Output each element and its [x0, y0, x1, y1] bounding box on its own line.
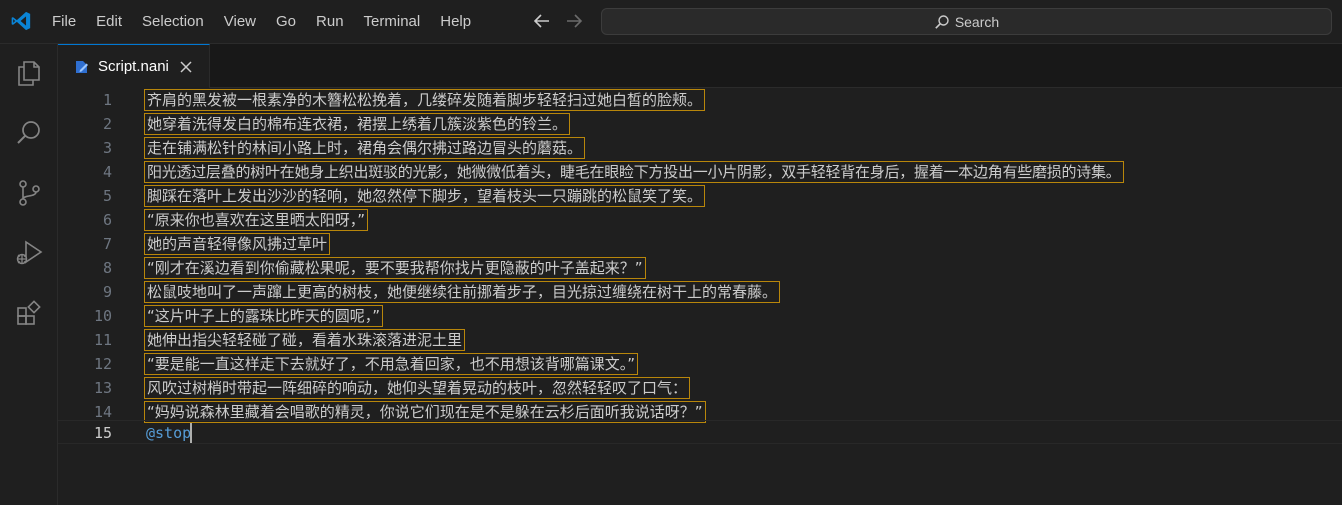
code-line: 9 松鼠吱地叫了一声蹿上更高的树枝，她便继续往前挪着步子，目光掠过缠绕在树干上的… — [58, 280, 1342, 304]
menu-bar: File Edit Selection View Go Run Terminal… — [42, 0, 481, 44]
text-cursor — [190, 423, 192, 443]
line-number: 9 — [102, 283, 112, 301]
menu-edit[interactable]: Edit — [86, 7, 132, 37]
line-number: 13 — [93, 379, 112, 397]
line-number: 12 — [93, 355, 112, 373]
command-search-box[interactable]: Search — [601, 8, 1332, 35]
code-line: 4 阳光透过层叠的树叶在她身上织出斑驳的光影，她微微低着头，睫毛在眼睑下方投出一… — [58, 160, 1342, 184]
tab-script-nani[interactable]: Script.nani — [58, 44, 210, 88]
activity-bar — [0, 44, 58, 505]
code-line: 1 齐肩的黑发被一根素净的木簪松松挽着，几缕碎发随着脚步轻轻扫过她白皙的脸颊。 — [58, 88, 1342, 112]
line-number: 7 — [102, 235, 112, 253]
line-number: 5 — [102, 187, 112, 205]
code-line: 7 她的声音轻得像风拂过草叶 — [58, 232, 1342, 256]
menu-file[interactable]: File — [42, 7, 86, 37]
menu-help[interactable]: Help — [430, 7, 481, 37]
line-text[interactable]: “刚才在溪边看到你偷藏松果呢，要不要我帮你找片更隐蔽的叶子盖起来？” — [144, 257, 646, 279]
menu-view[interactable]: View — [214, 7, 266, 37]
code-line-current: 15 @stop — [58, 420, 1342, 444]
tab-label: Script.nani — [98, 58, 169, 75]
menu-run[interactable]: Run — [306, 7, 354, 37]
line-text[interactable]: 阳光透过层叠的树叶在她身上织出斑驳的光影，她微微低着头，睫毛在眼睑下方投出一小片… — [144, 161, 1124, 183]
menu-terminal[interactable]: Terminal — [354, 7, 431, 37]
menu-selection[interactable]: Selection — [132, 7, 214, 37]
source-control-icon[interactable] — [14, 178, 44, 208]
code-line: 6 “原来你也喜欢在这里晒太阳呀，” — [58, 208, 1342, 232]
line-text[interactable]: @stop — [144, 421, 193, 445]
file-pen-icon — [76, 60, 88, 73]
editor-tab-bar: Script.nani — [58, 44, 1342, 88]
code-line: 11 她伸出指尖轻轻碰了碰，看着水珠滚落进泥土里 — [58, 328, 1342, 352]
title-bar: File Edit Selection View Go Run Terminal… — [0, 0, 1342, 44]
arrow-right-icon[interactable] — [563, 10, 585, 32]
line-number: 10 — [93, 307, 112, 325]
line-number: 15 — [93, 424, 112, 442]
line-number: 8 — [102, 259, 112, 277]
code-line: 10 “这片叶子上的露珠比昨天的圆呢，” — [58, 304, 1342, 328]
line-text[interactable]: 她的声音轻得像风拂过草叶 — [144, 233, 331, 255]
arrow-left-icon[interactable] — [531, 10, 553, 32]
search-icon — [935, 14, 949, 29]
line-number: 2 — [102, 115, 112, 133]
extensions-icon[interactable] — [14, 298, 44, 328]
line-number: 11 — [93, 331, 112, 349]
line-number: 6 — [102, 211, 112, 229]
line-text[interactable]: “这片叶子上的露珠比昨天的圆呢，” — [144, 305, 384, 327]
run-debug-icon[interactable] — [14, 238, 44, 268]
explorer-icon[interactable] — [14, 58, 44, 88]
line-text[interactable]: “要是能一直这样走下去就好了，不用急着回家，也不用想该背哪篇课文。” — [144, 353, 639, 375]
line-text[interactable]: 她穿着洗得发白的棉布连衣裙，裙摆上绣着几簇淡紫色的铃兰。 — [144, 113, 571, 135]
line-number: 3 — [102, 139, 112, 157]
line-text[interactable]: 她伸出指尖轻轻碰了碰，看着水珠滚落进泥土里 — [144, 329, 466, 351]
line-text[interactable]: 脚踩在落叶上发出沙沙的轻响，她忽然停下脚步，望着枝头一只蹦跳的松鼠笑了笑。 — [144, 185, 706, 207]
line-text[interactable]: “原来你也喜欢在这里晒太阳呀，” — [144, 209, 369, 231]
line-text[interactable]: 走在铺满松针的林间小路上时，裙角会偶尔拂过路边冒头的蘑菇。 — [144, 137, 586, 159]
code-line: 2 她穿着洗得发白的棉布连衣裙，裙摆上绣着几簇淡紫色的铃兰。 — [58, 112, 1342, 136]
code-line: 12 “要是能一直这样走下去就好了，不用急着回家，也不用想该背哪篇课文。” — [58, 352, 1342, 376]
line-number: 4 — [102, 163, 112, 181]
code-line: 5 脚踩在落叶上发出沙沙的轻响，她忽然停下脚步，望着枝头一只蹦跳的松鼠笑了笑。 — [58, 184, 1342, 208]
line-text[interactable]: 松鼠吱地叫了一声蹿上更高的树枝，她便继续往前挪着步子，目光掠过缠绕在树干上的常春… — [144, 281, 781, 303]
line-text[interactable]: 齐肩的黑发被一根素净的木簪松松挽着，几缕碎发随着脚步轻轻扫过她白皙的脸颊。 — [144, 89, 706, 111]
code-line: 8 “刚才在溪边看到你偷藏松果呢，要不要我帮你找片更隐蔽的叶子盖起来？” — [58, 256, 1342, 280]
search-label: Search — [954, 13, 1000, 30]
line-text[interactable]: 风吹过树梢时带起一阵细碎的响动，她仰头望着晃动的枝叶，忽然轻轻叹了口气： — [144, 377, 691, 399]
search-icon[interactable] — [14, 118, 44, 148]
close-icon[interactable] — [179, 60, 193, 74]
code-editor[interactable]: 1 齐肩的黑发被一根素净的木簪松松挽着，几缕碎发随着脚步轻轻扫过她白皙的脸颊。 … — [58, 88, 1342, 505]
line-number: 1 — [102, 91, 112, 109]
menu-go[interactable]: Go — [266, 7, 306, 37]
code-line: 13 风吹过树梢时带起一阵细碎的响动，她仰头望着晃动的枝叶，忽然轻轻叹了口气： — [58, 376, 1342, 400]
code-line: 3 走在铺满松针的林间小路上时，裙角会偶尔拂过路边冒头的蘑菇。 — [58, 136, 1342, 160]
vscode-logo-icon[interactable] — [10, 10, 32, 32]
